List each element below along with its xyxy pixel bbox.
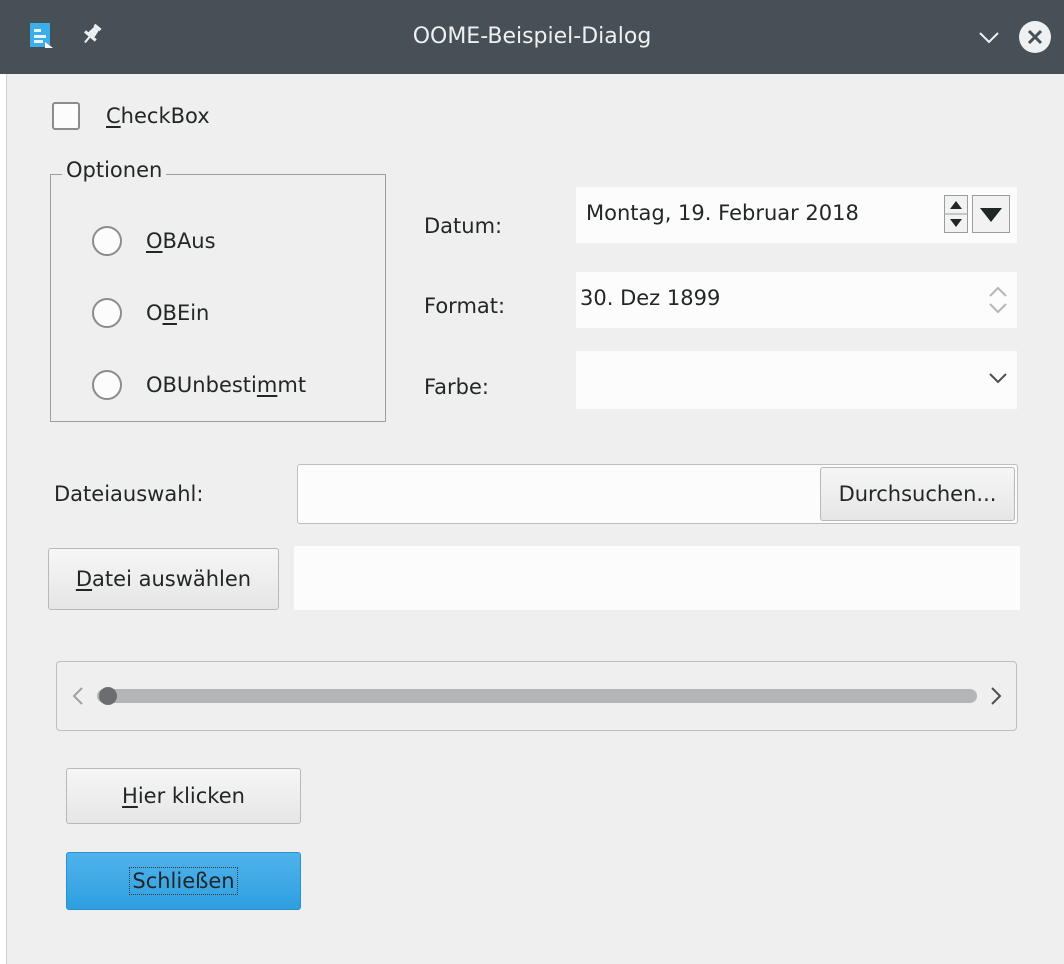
close-icon[interactable] bbox=[1018, 20, 1052, 54]
chevron-down-icon[interactable] bbox=[976, 26, 1002, 48]
scrollbar-thumb[interactable] bbox=[99, 687, 117, 705]
browse-button[interactable]: Durchsuchen... bbox=[820, 467, 1015, 521]
select-file-mnemonic: D bbox=[75, 567, 93, 591]
title-bar: OOME-Beispiel-Dialog bbox=[0, 0, 1064, 74]
options-group-title: Optionen bbox=[62, 158, 167, 182]
window-title: OOME-Beispiel-Dialog bbox=[412, 24, 652, 49]
click-here-button[interactable]: Hier klicken bbox=[66, 768, 301, 824]
checkbox-mnemonic: C bbox=[106, 104, 121, 128]
close-button[interactable]: Schließen bbox=[66, 852, 301, 910]
checkbox-label-rest: heckBox bbox=[120, 104, 210, 128]
close-button-label: Schließen bbox=[129, 867, 238, 895]
select-file-label: atei auswählen bbox=[92, 567, 252, 591]
file-label: Dateiauswahl: bbox=[54, 482, 204, 506]
checkbox[interactable]: CheckBox bbox=[52, 99, 210, 133]
color-label: Farbe: bbox=[424, 375, 489, 399]
radio-obunbestimmt[interactable]: OBUnbestimmt bbox=[92, 368, 306, 402]
spin-arrows-icon[interactable] bbox=[986, 282, 1010, 318]
radio-circle[interactable] bbox=[92, 370, 122, 400]
document-icon[interactable] bbox=[29, 22, 55, 50]
radio-label: OBUnbestimmt bbox=[146, 373, 307, 397]
radio-label: OBAus bbox=[146, 229, 216, 253]
spin-arrows-icon[interactable] bbox=[944, 195, 968, 233]
format-field[interactable]: 30. Dez 1899 bbox=[576, 272, 1017, 328]
selected-file-field[interactable] bbox=[294, 546, 1020, 610]
horizontal-scrollbar[interactable] bbox=[56, 661, 1017, 731]
checkbox-label: CheckBox bbox=[106, 104, 210, 128]
chevron-down-icon[interactable] bbox=[988, 371, 1008, 385]
scrollbar-track[interactable] bbox=[97, 689, 977, 703]
dialog-body: CheckBox Optionen OBAus OBEin OBUnbestim… bbox=[0, 74, 1064, 964]
radio-circle[interactable] bbox=[92, 226, 122, 256]
dropdown-arrow-icon[interactable] bbox=[972, 195, 1010, 233]
date-field[interactable]: Montag, 19. Februar 2018 bbox=[576, 187, 1017, 243]
date-value[interactable]: Montag, 19. Februar 2018 bbox=[586, 201, 859, 225]
click-here-mnemonic: H bbox=[122, 784, 138, 808]
select-file-button[interactable]: Datei auswählen bbox=[48, 548, 279, 610]
date-label: Datum: bbox=[424, 214, 503, 238]
radio-circle[interactable] bbox=[92, 298, 122, 328]
radio-label: OBEin bbox=[146, 301, 210, 325]
format-value[interactable]: 30. Dez 1899 bbox=[580, 286, 720, 310]
pin-icon[interactable] bbox=[80, 22, 104, 46]
chevron-left-icon[interactable] bbox=[71, 686, 85, 706]
chevron-right-icon[interactable] bbox=[989, 686, 1003, 706]
window-frame bbox=[0, 74, 7, 964]
color-dropdown[interactable] bbox=[576, 351, 1017, 409]
click-here-label: ier klicken bbox=[137, 784, 245, 808]
radio-obaus[interactable]: OBAus bbox=[92, 224, 216, 258]
checkbox-box[interactable] bbox=[52, 102, 80, 130]
radio-obein[interactable]: OBEin bbox=[92, 296, 209, 330]
format-label: Format: bbox=[424, 294, 506, 318]
